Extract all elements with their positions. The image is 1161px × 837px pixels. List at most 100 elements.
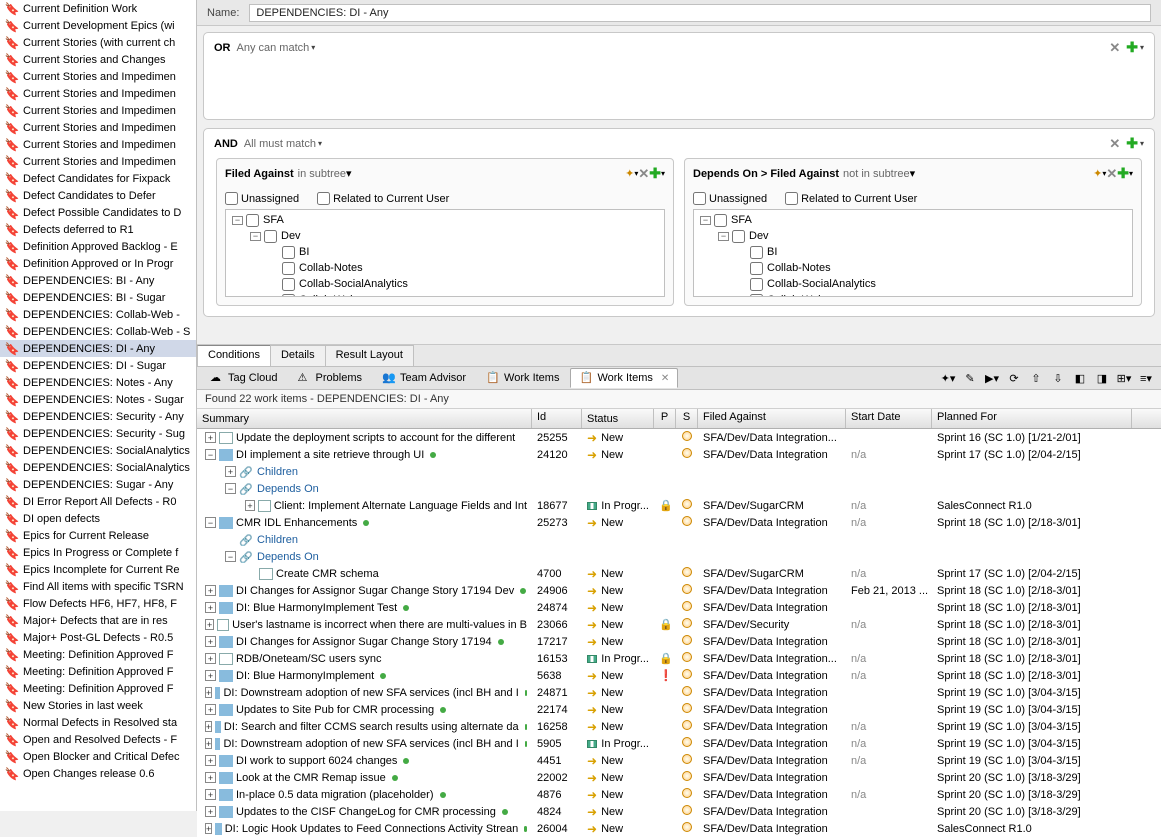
- sidebar-item[interactable]: 🔖Flow Defects HF6, HF7, HF8, F: [0, 595, 196, 612]
- sidebar-item[interactable]: 🔖Open Blocker and Critical Defec: [0, 748, 196, 765]
- editor-tab[interactable]: Result Layout: [325, 345, 414, 366]
- sidebar-item[interactable]: 🔖Epics for Current Release: [0, 527, 196, 544]
- category-tree[interactable]: −SFA −Dev BI Collab-Notes Collab-SocialA…: [693, 209, 1133, 297]
- sidebar-item[interactable]: 🔖DI open defects: [0, 510, 196, 527]
- sidebar-item[interactable]: 🔖Meeting: Definition Approved F: [0, 680, 196, 697]
- table-row[interactable]: Create CMR schema 4700 ➜New SFA/Dev/Suga…: [197, 565, 1161, 582]
- expander-icon[interactable]: +: [205, 636, 216, 647]
- sidebar-item[interactable]: 🔖Major+ Defects that are in res: [0, 612, 196, 629]
- collapse-icon[interactable]: −: [718, 232, 729, 241]
- toolbar-button[interactable]: ⇩: [1049, 369, 1067, 387]
- sidebar-item[interactable]: 🔖DEPENDENCIES: DI - Sugar: [0, 357, 196, 374]
- view-tab[interactable]: ⚠Problems: [289, 368, 371, 388]
- expander-icon[interactable]: +: [205, 806, 216, 817]
- table-row[interactable]: + DI: Blue HarmonyImplement 5638 ➜New ❗ …: [197, 667, 1161, 684]
- editor-tab[interactable]: Details: [270, 345, 326, 366]
- toolbar-button[interactable]: ✦▾: [939, 369, 957, 387]
- expander-icon[interactable]: +: [205, 432, 216, 443]
- table-row[interactable]: + DI work to support 6024 changes 4451 ➜…: [197, 752, 1161, 769]
- sidebar-item[interactable]: 🔖DEPENDENCIES: Security - Any: [0, 408, 196, 425]
- expander-icon[interactable]: −: [225, 551, 236, 562]
- sidebar-item[interactable]: 🔖Current Stories and Impedimen: [0, 119, 196, 136]
- grid-body[interactable]: + Update the deployment scripts to accou…: [197, 429, 1161, 837]
- column-header[interactable]: P: [654, 409, 676, 428]
- table-row[interactable]: + DI: Search and filter CCMS search resu…: [197, 718, 1161, 735]
- table-row[interactable]: + User's lastname is incorrect when ther…: [197, 616, 1161, 633]
- sidebar-item[interactable]: 🔖Defects deferred to R1: [0, 221, 196, 238]
- sidebar-item[interactable]: 🔖Current Stories and Impedimen: [0, 153, 196, 170]
- or-sublabel[interactable]: Any can match: [237, 42, 310, 54]
- view-tab[interactable]: 👥Team Advisor: [373, 368, 475, 388]
- sidebar-item[interactable]: 🔖DEPENDENCIES: SocialAnalytics: [0, 442, 196, 459]
- table-row[interactable]: + Look at the CMR Remap issue 22002 ➜New…: [197, 769, 1161, 786]
- toolbar-button[interactable]: ◨: [1093, 369, 1111, 387]
- expander-icon[interactable]: +: [205, 772, 216, 783]
- collapse-icon[interactable]: −: [250, 232, 261, 241]
- remove-icon[interactable]: ✕: [638, 166, 649, 182]
- wand-icon[interactable]: ✦: [1093, 167, 1102, 180]
- expander-icon[interactable]: +: [205, 755, 216, 766]
- category-tree[interactable]: −SFA −Dev BI Collab-Notes Collab-SocialA…: [225, 209, 665, 297]
- name-input[interactable]: DEPENDENCIES: DI - Any: [249, 4, 1151, 22]
- sidebar-item[interactable]: 🔖Current Development Epics (wi: [0, 17, 196, 34]
- expander-icon[interactable]: +: [205, 602, 216, 613]
- sidebar-item[interactable]: 🔖DEPENDENCIES: Collab-Web - S: [0, 323, 196, 340]
- sidebar-item[interactable]: 🔖Definition Approved or In Progr: [0, 255, 196, 272]
- sidebar-item[interactable]: 🔖DEPENDENCIES: Sugar - Any: [0, 476, 196, 493]
- sidebar-item[interactable]: 🔖Current Definition Work: [0, 0, 196, 17]
- collapse-icon[interactable]: −: [232, 216, 243, 225]
- related-checkbox[interactable]: Related to Current User: [785, 192, 917, 205]
- table-row[interactable]: + Updates to the CISF ChangeLog for CMR …: [197, 803, 1161, 820]
- sidebar-item[interactable]: 🔖Definition Approved Backlog - E: [0, 238, 196, 255]
- expander-icon[interactable]: +: [205, 823, 212, 834]
- sidebar-item[interactable]: 🔖DEPENDENCIES: SocialAnalytics: [0, 459, 196, 476]
- sidebar-item[interactable]: 🔖DEPENDENCIES: DI - Any: [0, 340, 196, 357]
- unassigned-checkbox[interactable]: Unassigned: [693, 192, 767, 205]
- sidebar-item[interactable]: 🔖DEPENDENCIES: BI - Sugar: [0, 289, 196, 306]
- toolbar-button[interactable]: ⊞▾: [1115, 369, 1133, 387]
- sidebar-queries[interactable]: 🔖Current Definition Work🔖Current Develop…: [0, 0, 197, 811]
- toolbar-button[interactable]: ⇧: [1027, 369, 1045, 387]
- editor-tab[interactable]: Conditions: [197, 345, 271, 366]
- sidebar-item[interactable]: 🔖Current Stories (with current ch: [0, 34, 196, 51]
- toolbar-button[interactable]: ▶▾: [983, 369, 1001, 387]
- remove-icon[interactable]: ✕: [1109, 136, 1120, 152]
- filter-type[interactable]: not in subtree: [843, 168, 910, 180]
- toolbar-button[interactable]: ⟳: [1005, 369, 1023, 387]
- wand-icon[interactable]: ✦: [625, 167, 634, 180]
- column-header[interactable]: Filed Against: [698, 409, 846, 428]
- sidebar-item[interactable]: 🔖Defect Candidates to Defer: [0, 187, 196, 204]
- table-row[interactable]: + DI: Downstream adoption of new SFA ser…: [197, 735, 1161, 752]
- sidebar-item[interactable]: 🔖Meeting: Definition Approved F: [0, 663, 196, 680]
- sidebar-item[interactable]: 🔖Normal Defects in Resolved sta: [0, 714, 196, 731]
- expander-icon[interactable]: +: [205, 789, 216, 800]
- expander-icon[interactable]: +: [205, 704, 216, 715]
- add-icon[interactable]: ✚: [1126, 135, 1138, 152]
- expander-icon[interactable]: −: [205, 449, 216, 460]
- sidebar-item[interactable]: 🔖Current Stories and Impedimen: [0, 136, 196, 153]
- related-checkbox[interactable]: Related to Current User: [317, 192, 449, 205]
- table-row[interactable]: + DI: Logic Hook Updates to Feed Connect…: [197, 820, 1161, 837]
- sidebar-item[interactable]: 🔖Defect Possible Candidates to D: [0, 204, 196, 221]
- column-header[interactable]: S: [676, 409, 698, 428]
- sidebar-item[interactable]: 🔖DEPENDENCIES: Collab-Web -: [0, 306, 196, 323]
- sidebar-item[interactable]: 🔖Find All items with specific TSRN: [0, 578, 196, 595]
- table-row[interactable]: + 🔗Children: [197, 463, 1161, 480]
- view-tab[interactable]: ☁Tag Cloud: [201, 368, 287, 388]
- column-header[interactable]: Status: [582, 409, 654, 428]
- table-row[interactable]: − 🔗Depends On: [197, 480, 1161, 497]
- sidebar-item[interactable]: 🔖Major+ Post-GL Defects - R0.5: [0, 629, 196, 646]
- sidebar-item[interactable]: 🔖Open Changes release 0.6: [0, 765, 196, 782]
- sidebar-item[interactable]: 🔖Meeting: Definition Approved F: [0, 646, 196, 663]
- expander-icon[interactable]: +: [205, 653, 216, 664]
- table-row[interactable]: + Updates to Site Pub for CMR processing…: [197, 701, 1161, 718]
- sidebar-item[interactable]: 🔖DI Error Report All Defects - R0: [0, 493, 196, 510]
- filter-type[interactable]: in subtree: [298, 168, 346, 180]
- toolbar-button[interactable]: ◧: [1071, 369, 1089, 387]
- toolbar-button[interactable]: ≡▾: [1137, 369, 1155, 387]
- and-sublabel[interactable]: All must match: [244, 138, 316, 150]
- expander-icon[interactable]: +: [205, 619, 214, 630]
- table-row[interactable]: + DI: Blue HarmonyImplement Test 24874 ➜…: [197, 599, 1161, 616]
- table-row[interactable]: + DI Changes for Assignor Sugar Change S…: [197, 633, 1161, 650]
- table-row[interactable]: + Update the deployment scripts to accou…: [197, 429, 1161, 446]
